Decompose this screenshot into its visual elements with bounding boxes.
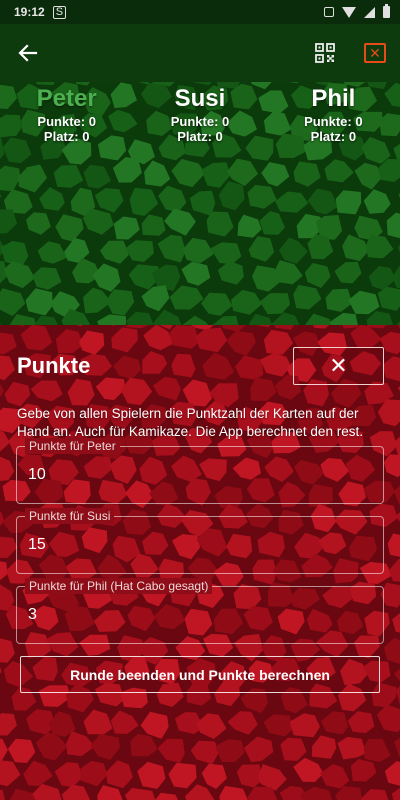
players-row: Peter Punkte: 0 Platz: 0 Susi Punkte: 0 …	[0, 82, 400, 162]
points-field-susi[interactable]: Punkte für Susi 15	[16, 508, 384, 574]
field-label: Punkte für Peter	[25, 438, 120, 454]
notification-s-icon: S	[52, 5, 67, 19]
player-points: Punkte: 0	[304, 114, 363, 129]
field-label: Punkte für Phil (Hat Cabo gesagt)	[25, 578, 213, 594]
field-value[interactable]: 10	[28, 466, 46, 484]
player-name: Susi	[174, 85, 226, 112]
player-phil: Phil Punkte: 0 Platz: 0	[267, 82, 400, 162]
field-label: Punkte für Susi	[25, 508, 115, 524]
player-name: Phil	[311, 85, 356, 112]
points-field-phil[interactable]: Punkte für Phil (Hat Cabo gesagt) 3	[16, 578, 384, 644]
panel-close-button[interactable]: ✕	[293, 347, 384, 385]
player-place: Platz: 0	[310, 129, 357, 144]
status-icons	[324, 4, 390, 18]
vibrate-icon	[324, 7, 334, 17]
battery-icon	[383, 4, 390, 18]
status-bar: 19:12 S	[0, 0, 400, 24]
status-time: 19:12	[14, 5, 45, 19]
player-points: Punkte: 0	[170, 114, 230, 129]
qr-code-icon	[315, 43, 335, 63]
player-place: Platz: 0	[43, 129, 90, 144]
signal-icon	[364, 6, 375, 18]
arrow-left-icon	[18, 44, 38, 62]
wifi-icon	[342, 6, 356, 18]
player-peter: Peter Punkte: 0 Platz: 0	[0, 82, 133, 162]
close-box-icon: ✕	[369, 44, 381, 61]
player-name: Peter	[36, 85, 97, 112]
panel-title: Punkte	[17, 353, 91, 378]
close-icon: ✕	[329, 353, 348, 378]
qr-code-button[interactable]	[313, 41, 337, 65]
field-value[interactable]: 15	[28, 536, 46, 554]
back-button[interactable]	[0, 24, 56, 82]
close-game-button[interactable]: ✕	[364, 43, 386, 63]
player-place: Platz: 0	[177, 129, 223, 144]
player-points: Punkte: 0	[37, 114, 96, 129]
points-field-peter[interactable]: Punkte für Peter 10	[16, 438, 384, 504]
finish-round-button[interactable]: Runde beenden und Punkte berechnen	[20, 656, 380, 693]
instructions-text: Gebe von allen Spielern die Punktzahl de…	[17, 406, 363, 439]
field-value[interactable]: 3	[28, 606, 37, 624]
player-susi: Susi Punkte: 0 Platz: 0	[133, 82, 266, 162]
app-bar: ✕	[0, 24, 400, 82]
